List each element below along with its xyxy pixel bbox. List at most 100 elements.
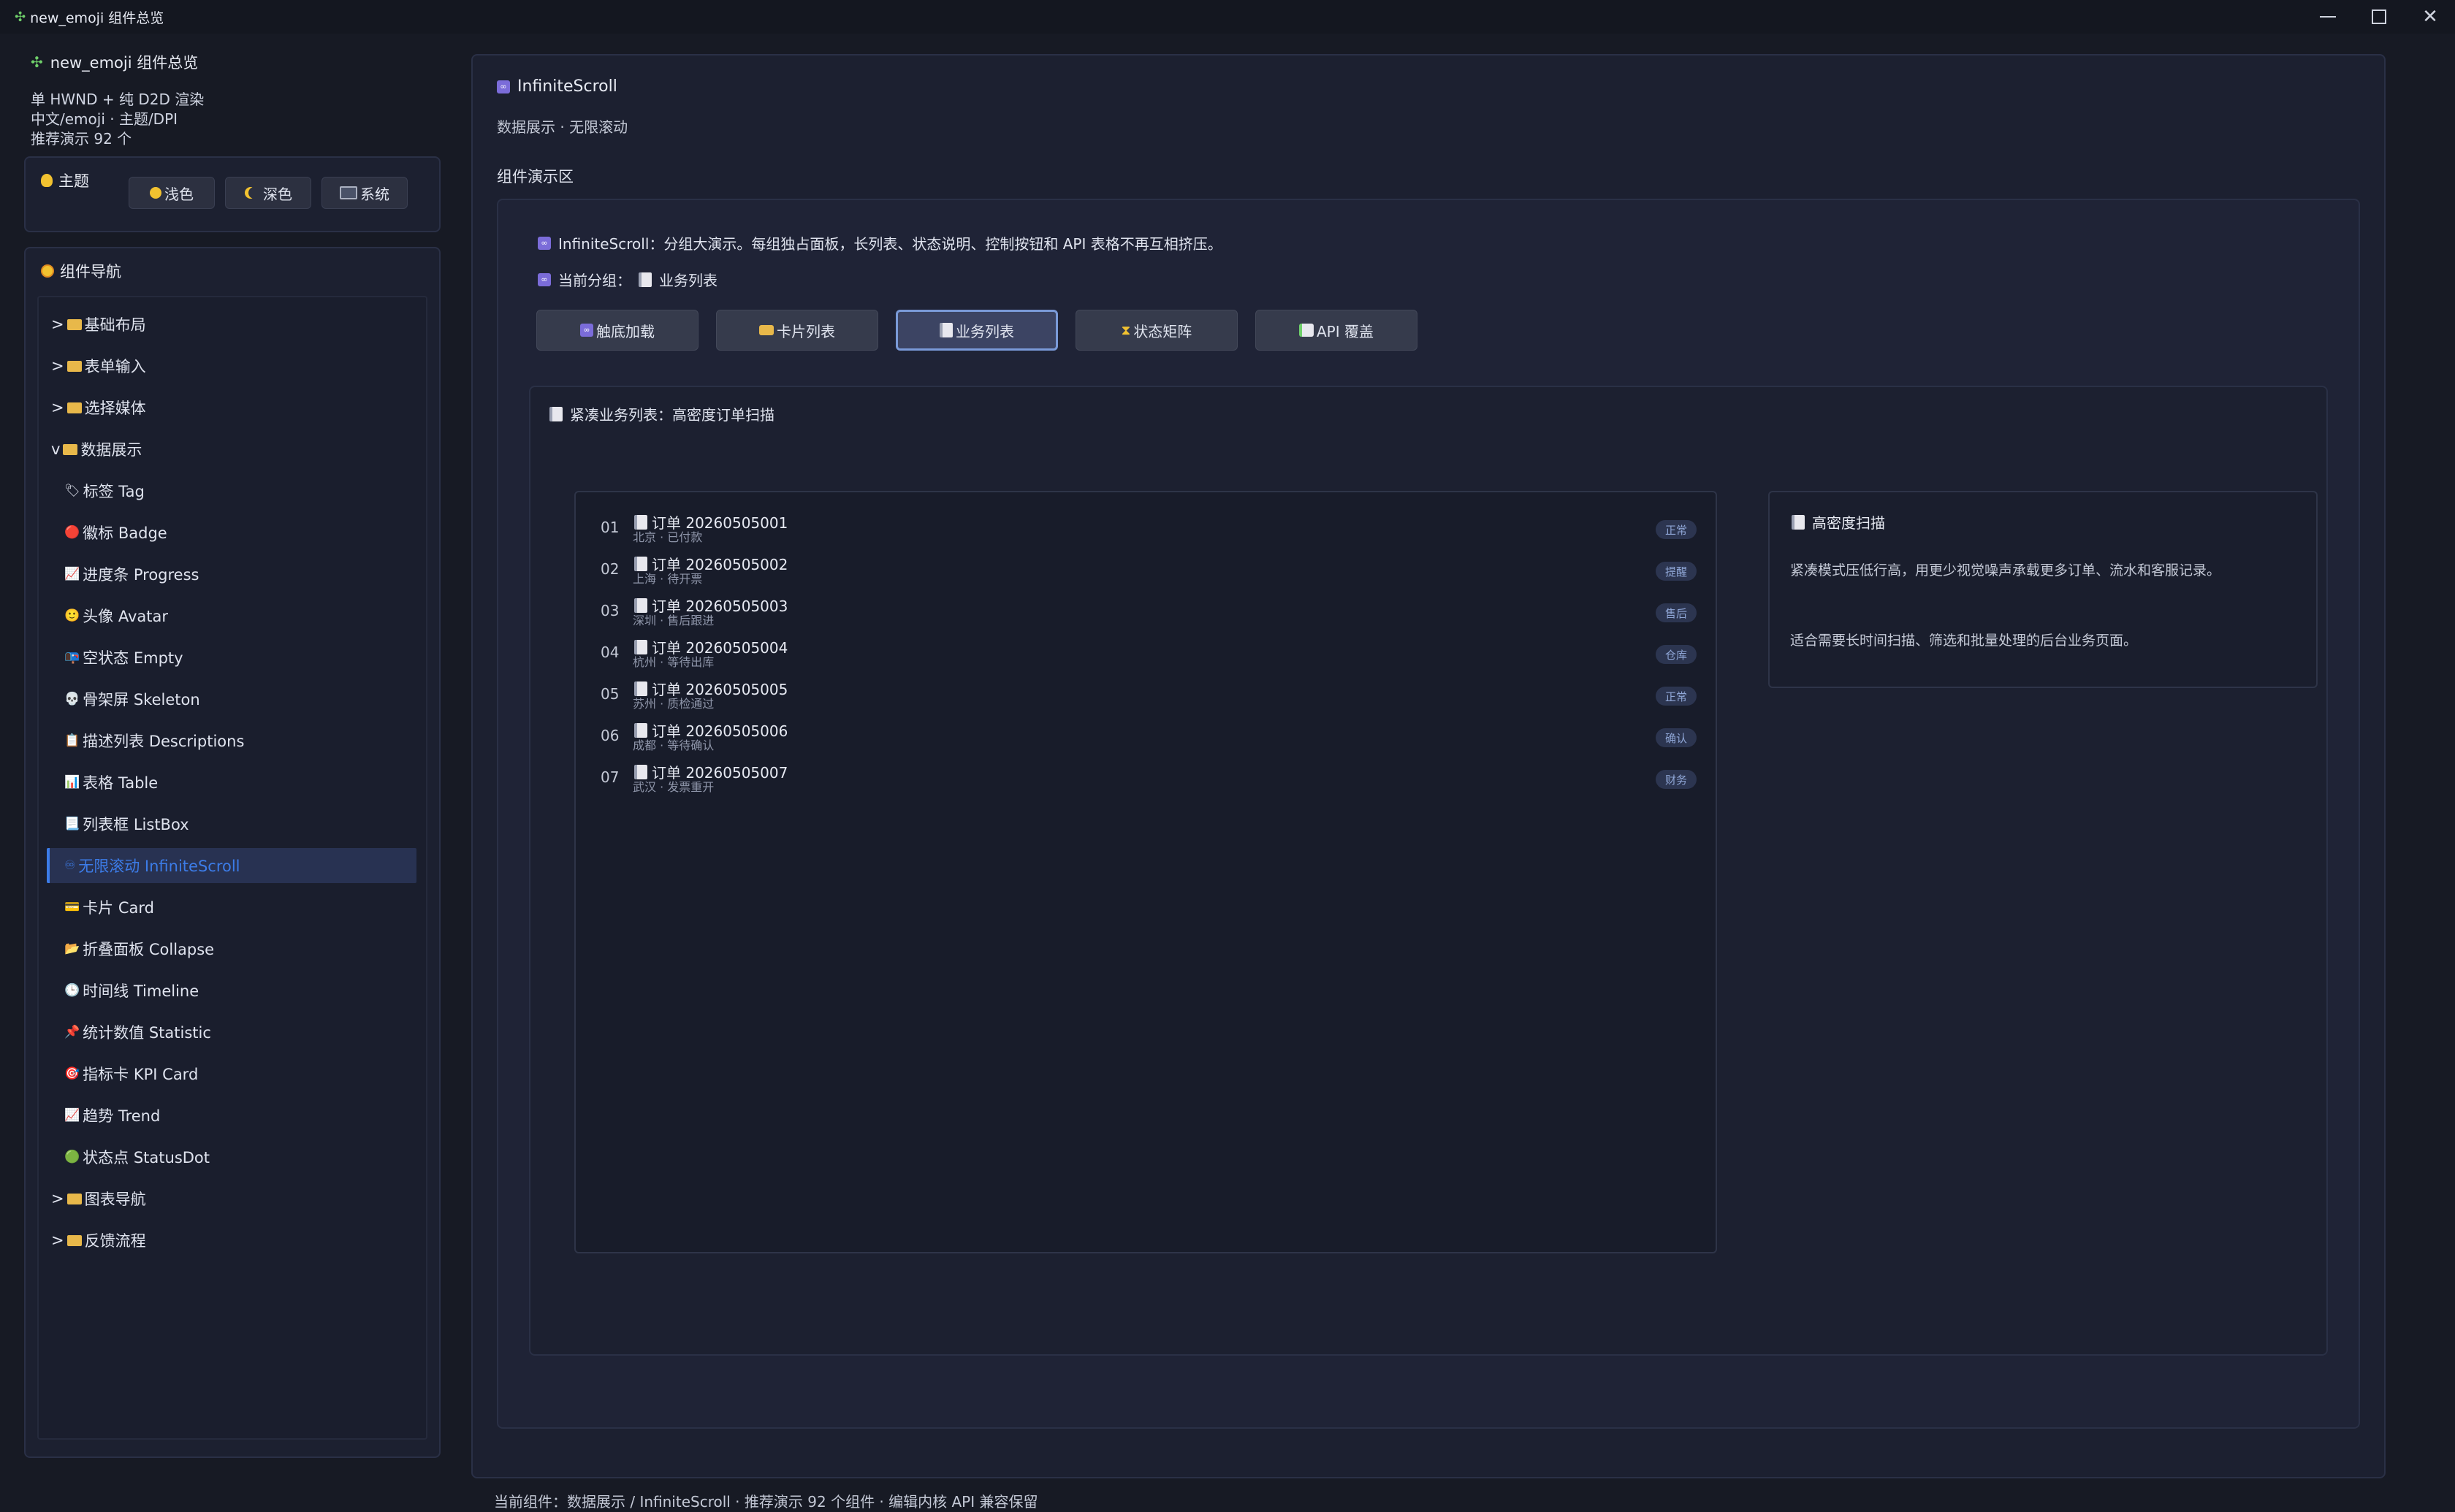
sidebar-item[interactable]: 🕒 时间线 Timeline [64,973,199,1008]
tag-icon: 🏷 [64,484,80,498]
window-title-text: new_emoji 组件总览 [30,9,164,26]
list-item-subtitle: 杭州 · 等待出库 [633,655,715,669]
sidebar-item-label: 统计数值 Statistic [83,1024,211,1042]
info-card-line: 紧凑模式压低行高，用更少视觉噪声承载更多订单、流水和客服记录。 [1790,562,2221,579]
list-item[interactable]: 05 订单 20260505005 苏州 · 质检通过 正常 [601,676,1697,717]
sidebar-item-label: 趋势 Trend [83,1107,161,1125]
list-item[interactable]: 06 订单 20260505006 成都 · 等待确认 确认 [601,718,1697,759]
folder-icon [63,443,78,455]
sidebar-item[interactable]: 🏷 标签 Tag [64,473,145,508]
tab-infinite-load[interactable]: ∞ 触底加载 [536,310,699,351]
sidebar-item[interactable]: 📌 统计数值 Statistic [64,1015,211,1050]
tab-state-matrix[interactable]: ⧗ 状态矩阵 [1076,310,1238,351]
sidebar-item-label: 头像 Avatar [83,608,169,625]
card-icon: 💳 [64,900,80,915]
bar-chart-icon: 📊 [64,775,80,790]
puzzle-icon: ✣ [31,53,43,71]
panel-title: 紧凑业务列表：高密度订单扫描 [549,403,774,424]
sidebar-item[interactable]: v 数据展示 [51,432,142,467]
sidebar-app-title: ✣ new_emoji 组件总览 [31,51,198,73]
sidebar-info-line: 单 HWND + 纯 D2D 渲染 [31,91,205,108]
empty-icon: 📭 [64,650,80,665]
list-item-index: 02 [601,560,620,578]
tab-api-coverage[interactable]: API 覆盖 [1255,310,1417,351]
list-item-index: 01 [601,519,620,536]
sidebar-item[interactable]: 📊 表格 Table [64,765,158,800]
sidebar-item-label: 无限滚动 InfiniteScroll [78,858,240,875]
sidebar-item[interactable]: 📂 折叠面板 Collapse [64,931,214,966]
chevron-right-icon: > [51,1232,64,1249]
chevron-down-icon: v [51,440,61,458]
sidebar-item[interactable]: > 基础布局 [51,307,146,342]
chart-up-icon: 📈 [64,567,80,581]
bulb-icon [41,174,53,187]
maximize-button[interactable] [2356,0,2402,34]
list-item[interactable]: 03 订单 20260505003 深圳 · 售后跟进 售后 [601,593,1697,634]
tab-label: 业务列表 [956,322,1014,340]
sidebar-item[interactable]: 🟢 状态点 StatusDot [64,1139,210,1175]
list-item-subtitle: 苏州 · 质检通过 [633,697,715,711]
tab-label: 触底加载 [596,322,655,340]
status-badge: 财务 [1656,770,1697,789]
sidebar-item[interactable]: 📈 趋势 Trend [64,1098,160,1133]
list-item-subtitle: 上海 · 待开票 [633,572,703,586]
minimize-button[interactable] [2304,0,2351,34]
component-nav-label-text: 组件导航 [60,263,121,280]
theme-label-text: 主题 [58,172,89,190]
theme-system-button[interactable]: 系统 [321,177,408,209]
infinity-icon: ♾ [64,858,76,873]
folder-icon [66,1234,82,1246]
sidebar-item[interactable]: 🔴 徽标 Badge [64,515,167,550]
sidebar-item[interactable]: 📋 描述列表 Descriptions [64,723,244,758]
infinity-icon: ∞ [538,272,551,286]
theme-dark-button[interactable]: 深色 [225,177,311,209]
chevron-right-icon: > [51,316,64,333]
sidebar-item[interactable]: 📈 进度条 Progress [64,557,199,592]
sidebar-item-label: 空状态 Empty [83,649,183,667]
sidebar-item[interactable]: 💳 卡片 Card [64,890,154,925]
infinity-icon: ∞ [580,324,593,337]
sidebar-item[interactable]: 📭 空状态 Empty [64,640,183,675]
sun-icon [150,187,161,199]
tab-business-list[interactable]: 业务列表 [896,310,1058,351]
status-badge: 提醒 [1656,562,1697,581]
sidebar-item-label: 表格 Table [83,774,159,792]
sidebar-item-label: 图表导航 [84,1191,146,1208]
sidebar-item-label: 折叠面板 Collapse [83,941,215,958]
sidebar-item[interactable]: > 选择媒体 [51,390,146,425]
red-dot-icon: 🔴 [64,525,80,540]
hourglass-icon: ⧗ [1121,322,1131,338]
chevron-right-icon: > [51,399,64,416]
sidebar-item-label: 列表框 ListBox [83,816,189,833]
face-icon: 🙂 [64,608,80,623]
status-badge: 售后 [1656,603,1697,622]
tab-card-list[interactable]: 卡片列表 [716,310,878,351]
list-item[interactable]: 07 订单 20260505007 武汉 · 发票重开 财务 [601,760,1697,801]
info-card-line: 适合需要长时间扫描、筛选和批量处理的后台业务页面。 [1790,633,2138,649]
close-button[interactable]: ✕ [2407,0,2454,34]
list-item[interactable]: 04 订单 20260505004 杭州 · 等待出库 仓库 [601,635,1697,676]
sidebar-item-label: 卡片 Card [83,899,154,917]
theme-light-button[interactable]: 浅色 [129,177,215,209]
sidebar-item-label: 状态点 StatusDot [83,1149,210,1167]
memo-icon [1299,324,1314,337]
status-badge: 仓库 [1656,645,1697,664]
current-group: ∞ 当前分组： 业务列表 [538,269,718,290]
sidebar-item[interactable]: 📃 列表框 ListBox [64,806,189,841]
sidebar-item[interactable]: 💀 骨架屏 Skeleton [64,681,200,717]
puzzle-icon: ✣ [15,9,26,25]
status-badge: 确认 [1656,728,1697,747]
sidebar-item[interactable]: 🎯 指标卡 KPI Card [64,1056,198,1091]
document-icon [1792,514,1805,530]
sidebar-item[interactable]: ♾ 无限滚动 InfiniteScroll [47,848,416,883]
pin-icon: 📌 [64,1025,80,1039]
sidebar-item[interactable]: > 反馈流程 [51,1223,146,1258]
sidebar-item[interactable]: 🙂 头像 Avatar [64,598,168,633]
title-bar: ✣ new_emoji 组件总览 ✕ [0,0,2455,34]
sidebar-item[interactable]: > 表单输入 [51,348,146,383]
list-item[interactable]: 01 订单 20260505001 北京 · 已付款 正常 [601,510,1697,551]
sidebar-item-label: 骨架屏 Skeleton [83,691,200,709]
list-item[interactable]: 02 订单 20260505002 上海 · 待开票 提醒 [601,551,1697,592]
sidebar-item[interactable]: > 图表导航 [51,1181,146,1216]
document-icon [639,272,652,287]
